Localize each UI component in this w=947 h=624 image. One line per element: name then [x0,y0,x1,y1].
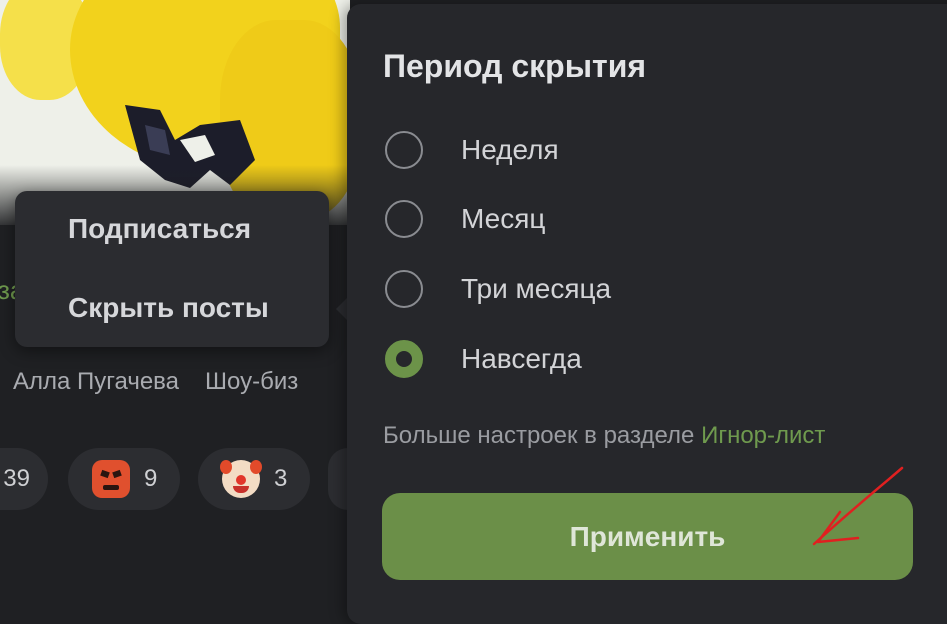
option-week[interactable]: Неделя [385,128,785,172]
more-settings-label: Больше настроек в разделе [383,422,695,449]
reaction-count: 9 [144,465,158,492]
radio-button[interactable] [385,131,423,169]
radio-button-selected[interactable] [385,340,423,378]
more-settings-text: Больше настроек в разделе Игнор-лист [383,422,825,450]
option-three-months[interactable]: Три месяца [385,267,785,311]
tag-alla-pugacheva[interactable]: Алла Пугачева [13,368,179,395]
post-tags: Алла Пугачева Шоу-биз [13,368,324,396]
menu-item-hide-posts[interactable]: Скрыть посты [68,292,269,324]
reaction-count: 3 [274,465,288,492]
clown-face-icon [220,460,262,498]
menu-item-subscribe[interactable]: Подписаться [68,213,251,245]
option-label: Неделя [461,134,559,165]
reaction-count: 39 [3,465,30,492]
option-forever[interactable]: Навсегда [385,337,785,381]
option-label: Навсегда [461,343,582,374]
panel-title: Период скрытия [383,48,647,84]
reaction-pill-partial[interactable]: 39 [0,448,48,510]
angry-face-icon [92,460,130,498]
ignore-list-link[interactable]: Игнор-лист [701,422,825,449]
radio-button[interactable] [385,200,423,238]
reaction-pill-angry[interactable]: 9 [68,448,180,510]
option-month[interactable]: Месяц [385,197,785,241]
tag-show-biz[interactable]: Шоу-биз [205,368,298,395]
radio-button[interactable] [385,270,423,308]
post-context-menu: Подписаться Скрыть посты [15,191,329,347]
red-arrow-annotation [812,466,904,546]
option-label: Три месяца [461,273,612,304]
option-label: Месяц [461,203,546,234]
reaction-pill-clown[interactable]: 3 [198,448,310,510]
